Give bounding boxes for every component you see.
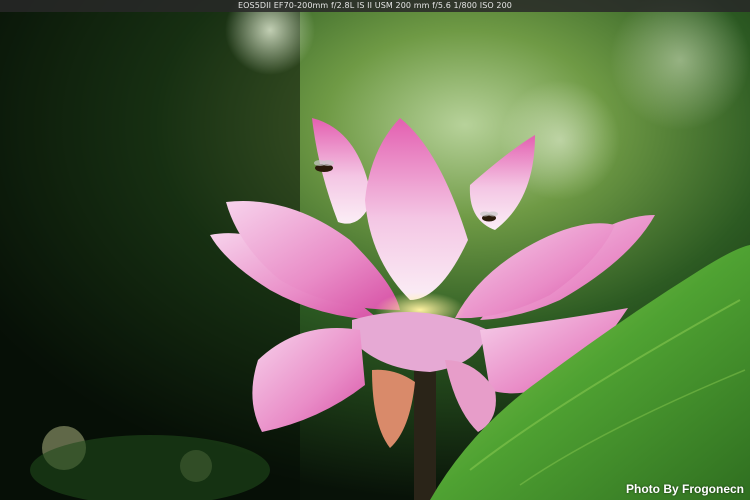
lotus-photo — [0, 0, 750, 500]
lotus-stem — [414, 370, 436, 500]
photo-canvas: EOS5DII EF70-200mm f/2.8L IS II USM 200 … — [0, 0, 750, 500]
photo-credit: Photo By Frogonecn — [626, 482, 744, 496]
bee-icon — [314, 160, 334, 172]
exif-info: EOS5DII EF70-200mm f/2.8L IS II USM 200 … — [0, 0, 750, 12]
